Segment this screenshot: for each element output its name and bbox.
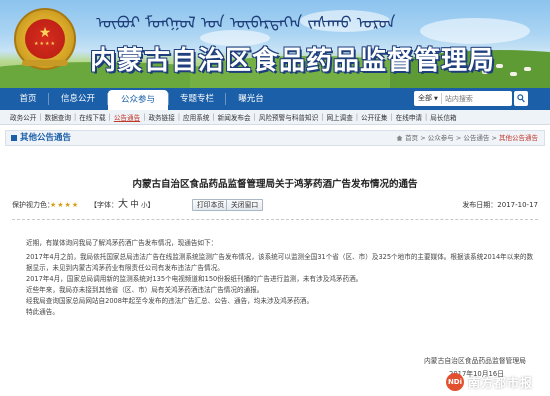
paragraph: 近些年来，我局亦未接到其他省（区、市）局有关鸿茅药酒违法广告情况的通报。 (26, 286, 264, 294)
subnav-item[interactable]: 网上调查 (323, 112, 355, 122)
breadcrumb-current: 其他公告通告 (499, 134, 538, 142)
nav-home[interactable]: 首页 (8, 88, 48, 110)
main-nav: 首页 信息公开 公众参与 专题专栏 曝光台 全部 ▼ (0, 88, 550, 110)
subnav-item[interactable]: 风险预警与科普知识 (256, 112, 321, 122)
mongolian-title: ᠥᠪᠥᠷ ᠮᠣᠩᠭᠣᠯ ᠤᠨ ᠥᠪᠡᠷᠲᠡᠭᠡᠨ ᠵᠠᠰᠠᠬᠤ ᠣᠷᠣᠨ (96, 13, 396, 32)
banner-sheep (510, 72, 517, 76)
home-icon (396, 135, 403, 141)
subnav-item[interactable]: 在线申请 (393, 112, 425, 122)
subnav-item[interactable]: 数据查询 (42, 112, 74, 122)
subnav-item[interactable]: 公开征集 (358, 112, 390, 122)
section-header: 其他公告通告 首页 > 公众参与 > 公告通告 > 其他公告通告 (5, 130, 545, 146)
signature-org: 内蒙古自治区食品药品监督管理局 (424, 357, 526, 365)
banner-sheep (524, 67, 531, 71)
breadcrumb-sep: > (420, 134, 426, 142)
divider (12, 219, 538, 220)
nav-exposure-platform[interactable]: 曝光台 (226, 88, 276, 110)
subnav-item[interactable]: 应用系统 (180, 112, 212, 122)
font-label: 【字体： (90, 201, 118, 209)
star-icon: ★ (38, 25, 52, 41)
paragraph: 近期，有媒体询问我局了解鸿茅药酒广告发布情况，现通告如下： (26, 239, 218, 247)
search-button[interactable] (514, 91, 528, 106)
nav-public-participation[interactable]: 公众参与 (108, 90, 168, 110)
article-toolbar: 保护视力色： ★★★★ 【字体：大 中 小】 打印本页 关闭窗口 发布日期：20… (12, 199, 538, 213)
subnav-item[interactable]: 政务链接 (145, 112, 177, 122)
section-title: 其他公告通告 (20, 133, 72, 143)
search-input[interactable] (441, 93, 498, 104)
chevron-down-icon: ▼ (434, 96, 438, 102)
emblem-logo: ★ ★★★★ (14, 8, 76, 70)
breadcrumb-sep: > (455, 134, 462, 142)
section-square-icon (11, 135, 17, 141)
banner-sheep (496, 64, 503, 68)
font-size-big[interactable]: 大 (118, 199, 128, 210)
site-title: 内蒙古自治区食品药品监督管理局 (90, 46, 496, 76)
nav-info-disclosure[interactable]: 信息公开 (49, 88, 107, 110)
eye-color-swatches[interactable]: ★★★★ (50, 199, 79, 211)
emblem-inner: ★ ★★★★ (25, 19, 65, 59)
subnav-item-current[interactable]: 公告通告 (111, 112, 143, 122)
paragraph: 经我局查询国家总局网站自2008年起至今发布的违法广告汇总、公告、通告，均未涉及… (26, 297, 314, 305)
nav-special-topics[interactable]: 专题专栏 (169, 88, 225, 110)
search-box: 全部 ▼ (414, 91, 512, 106)
close-window-button[interactable]: 关闭窗口 (226, 199, 264, 211)
protect-eyes-label: 保护视力色： (12, 201, 54, 209)
small-stars-icon: ★★★★ (34, 41, 56, 47)
font-label-close: 】 (147, 201, 155, 209)
font-size-control: 【字体：大 中 小】 (90, 199, 154, 211)
site-banner: ★ ★★★★ ᠥᠪᠥᠷ ᠮᠣᠩᠭᠣᠯ ᠤᠨ ᠥᠪᠡᠷᠲᠡᠭᠡᠨ ᠵᠠᠰᠠᠬᠤ ᠣ… (0, 0, 550, 88)
breadcrumb-level2[interactable]: 公告通告 (463, 134, 489, 142)
watermark-text: 南方都市报 (468, 375, 534, 390)
article-title: 内蒙古自治区食品药品监督管理局关于鸿茅药酒广告发布情况的通告 (132, 179, 418, 190)
breadcrumb-home[interactable]: 首页 (405, 134, 418, 142)
newspaper-logo-icon: NDi (446, 373, 464, 391)
subnav-item[interactable]: 在线下载 (76, 112, 108, 122)
paragraph: 特此通告。 (26, 308, 59, 316)
breadcrumb-sep: > (491, 134, 497, 142)
paragraph: 2017年4月，国家总局调用新的监测系统对135个电视频道和150份报纸刊播的广… (26, 275, 363, 283)
article-body: 近期，有媒体询问我局了解鸿茅药酒广告发布情况，现通告如下： 2017年4月之前，… (26, 238, 536, 318)
subnav-item[interactable]: 局长信箱 (427, 112, 459, 122)
watermark: NDi 南方都市报 (446, 371, 533, 393)
sub-nav: 政务公开 | 数据查询 | 在线下载 | 公告通告 | 政务链接 | 应用系统 | 新闻发布… (0, 110, 550, 125)
breadcrumb-level1[interactable]: 公众参与 (428, 134, 454, 142)
search-scope-select[interactable]: 全部 ▼ (414, 93, 442, 104)
search-icon (517, 94, 525, 103)
subnav-item[interactable]: 政务公开 (7, 112, 39, 122)
subnav-item[interactable]: 新闻发布会 (215, 112, 254, 122)
print-button[interactable]: 打印本页 (192, 199, 230, 211)
publish-date: 发布日期：2017-10-17 (462, 201, 538, 209)
breadcrumb: 首页 > 公众参与 > 公告通告 > 其他公告通告 (396, 133, 538, 144)
emblem-ribbon (22, 60, 68, 66)
paragraph: 2017年4月之前，我局依托国家总局违法广告在线监测系统监测广告发布情况，该系统… (26, 253, 534, 272)
font-size-mid[interactable]: 中 (130, 200, 139, 210)
